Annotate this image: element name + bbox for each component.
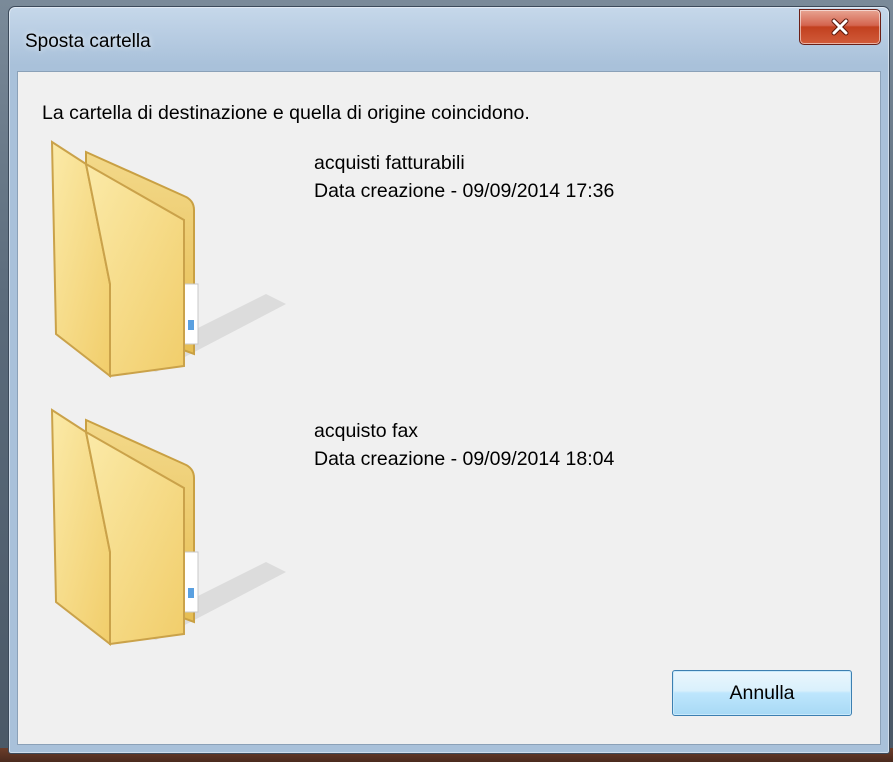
cancel-button[interactable]: Annulla [672,670,852,716]
folder-item: acquisti fatturabili Data creazione - 09… [46,134,866,384]
folder-name: acquisto fax [314,420,419,442]
folder-item: acquisto fax Data creazione - 09/09/2014… [46,402,866,652]
folder-icon [50,140,286,379]
dialog-message: La cartella di destinazione e quella di … [42,102,530,124]
folder-name: acquisti fatturabili [314,152,465,174]
folder-date: Data creazione - 09/09/2014 18:04 [314,448,615,470]
dialog-title: Sposta cartella [25,31,151,52]
dialog-content: La cartella di destinazione e quella di … [17,71,881,745]
move-folder-dialog: Sposta cartella La cartella di destinazi… [8,6,890,754]
folder-icon [50,408,286,647]
close-button[interactable] [799,9,881,45]
folder-date: Data creazione - 09/09/2014 17:36 [314,180,615,202]
dialog-titlebar[interactable]: Sposta cartella [9,7,889,71]
close-icon [831,18,849,36]
